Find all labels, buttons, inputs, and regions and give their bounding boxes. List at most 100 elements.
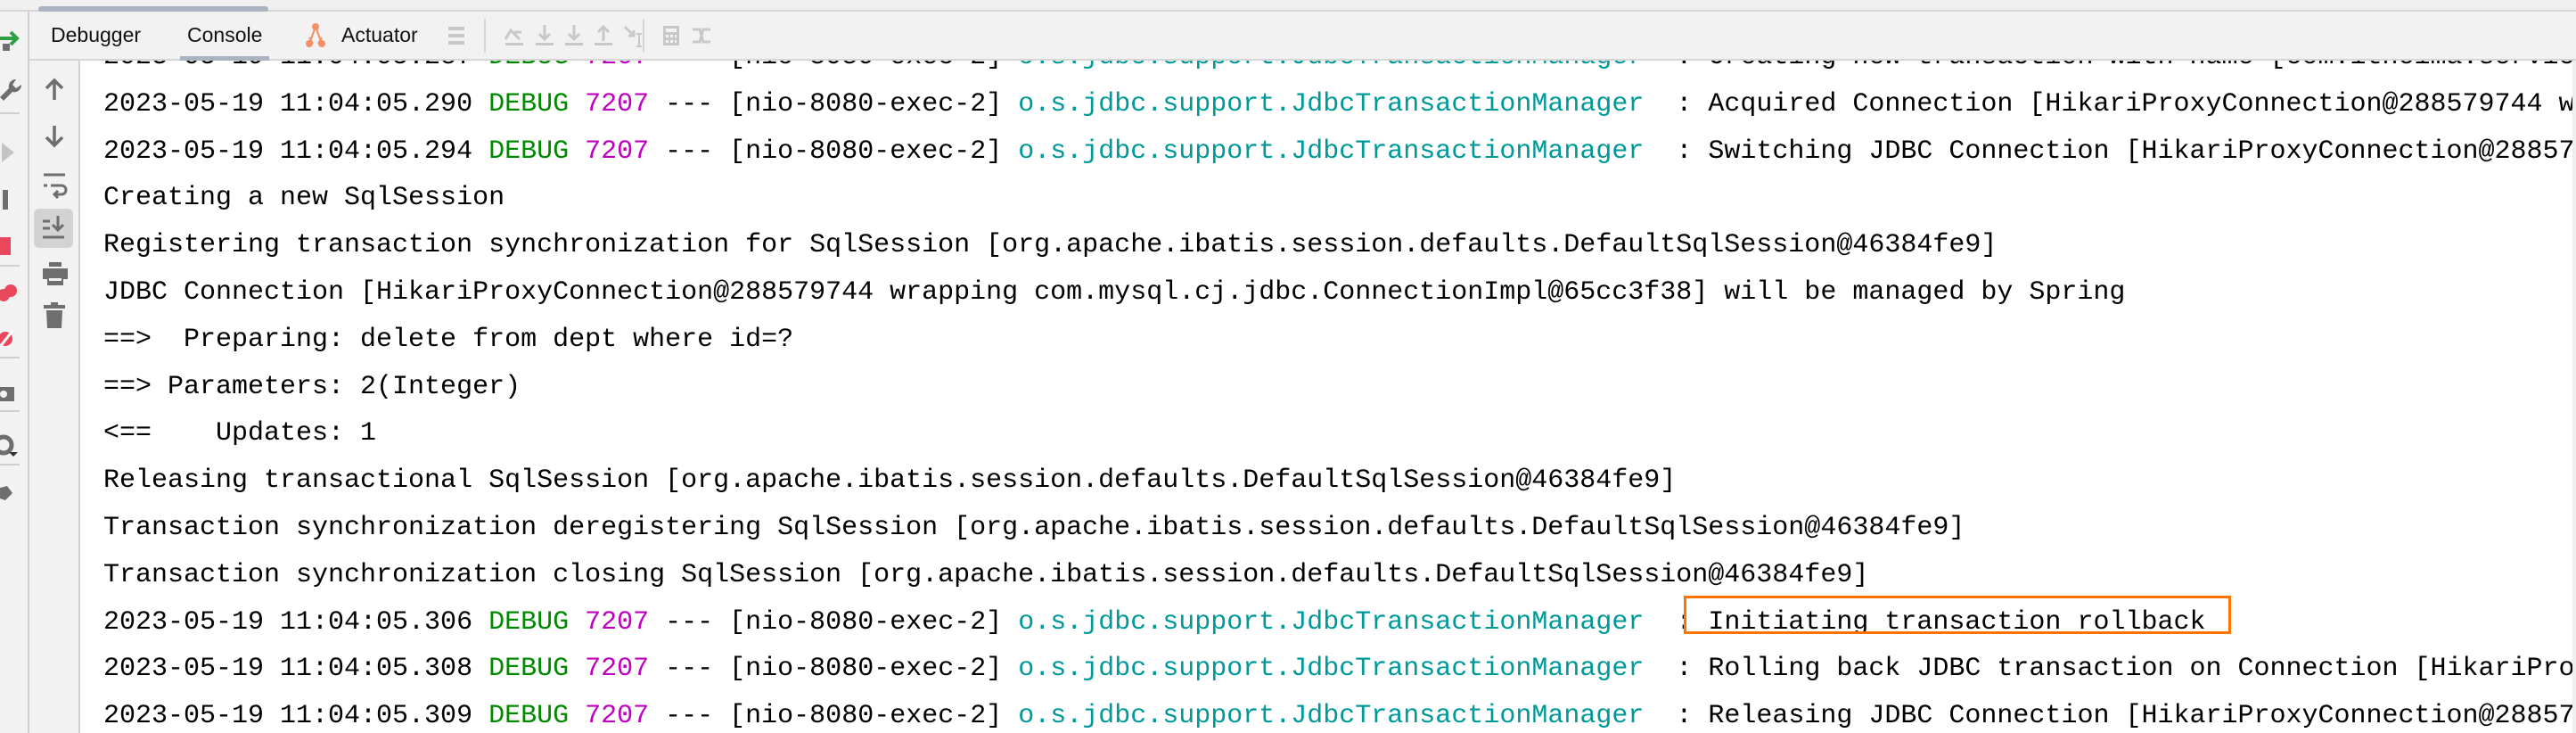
console-toolbar [29, 61, 80, 733]
log-logger: o.s.jdbc.support.JdbcTransactionManager [1018, 61, 1644, 72]
log-timestamp: 2023-05-19 11:04:05.306 [103, 606, 473, 638]
camera-icon[interactable] [0, 380, 27, 407]
log-text: Releasing transactional SqlSession [org.… [103, 465, 1677, 497]
log-level: DEBUG [488, 136, 570, 167]
divider [0, 265, 20, 267]
log-line: Registering transaction synchronization … [103, 222, 2572, 269]
trash-icon[interactable] [38, 300, 70, 332]
log-logger: o.s.jdbc.support.JdbcTransactionManager [1018, 88, 1645, 119]
log-pid: 7207 [585, 654, 650, 685]
pause-icon[interactable] [0, 187, 27, 214]
view-breakpoints-icon[interactable] [0, 282, 27, 309]
divider [484, 19, 486, 53]
trace-stream-icon[interactable] [689, 23, 714, 48]
log-text: Registering transaction synchronization … [103, 230, 1998, 261]
actuator-icon [306, 23, 325, 47]
log-message: Switching JDBC Connection [HikariProxyCo… [1708, 136, 2572, 167]
log-line: 2023-05-19 11:04:05.290 DEBUG 7207 --- [… [103, 81, 2572, 128]
soft-wrap-icon[interactable] [38, 169, 70, 202]
log-message: Rolling back JDBC transaction on Connect… [1708, 654, 2572, 685]
divider [0, 464, 20, 465]
tab-label: Actuator [341, 23, 418, 46]
log-message: Releasing JDBC Connection [HikariProxyCo… [1708, 701, 2572, 732]
log-logger: o.s.jdbc.support.JdbcTransactionManager [1018, 606, 1645, 638]
highlight-box [1684, 596, 2231, 634]
log-line: ==> Parameters: 2(Integer) [103, 364, 2572, 411]
log-line: ==> Preparing: delete from dept where id… [103, 317, 2572, 364]
log-timestamp: 2023-05-19 11:04:05.294 [103, 136, 473, 167]
log-text: ==> Parameters: 2(Integer) [103, 371, 521, 402]
log-timestamp: 2023-05-19 11:04:05.290 [103, 88, 473, 119]
log-line: JDBC Connection [HikariProxyConnection@2… [103, 269, 2572, 317]
log-pid: 7207 [585, 606, 650, 638]
log-line: Transaction synchronization closing SqlS… [103, 552, 2572, 599]
log-text: JDBC Connection [HikariProxyConnection@2… [103, 276, 2126, 308]
window-top-strip [0, 0, 2576, 12]
log-line: Releasing transactional SqlSession [org.… [103, 457, 2572, 505]
log-level: DEBUG [488, 88, 570, 119]
vertical-scrollbar[interactable] [2572, 61, 2576, 733]
step-out-icon[interactable] [591, 23, 616, 48]
rerun-icon[interactable] [0, 28, 27, 54]
print-icon[interactable] [38, 259, 70, 291]
up-arrow-icon[interactable] [38, 73, 70, 105]
log-line: 2023-05-19 11:04:05.309 DEBUG 7207 --- [… [103, 693, 2572, 733]
log-level: DEBUG [488, 701, 570, 732]
log-timestamp: 2023-05-19 11:04:05.309 [103, 701, 473, 732]
log-thread: --- [nio-8080-exec-2] [665, 701, 1003, 732]
log-text: Creating a new SqlSession [103, 183, 505, 214]
step-into-icon[interactable] [562, 23, 587, 48]
mute-breakpoints-icon[interactable] [0, 325, 27, 352]
log-text: ==> Preparing: delete from dept where id… [103, 324, 794, 355]
log-logger: o.s.jdbc.support.JdbcTransactionManager [1018, 654, 1645, 685]
log-thread: --- [nio-8080-exec-2] [665, 136, 1003, 167]
log-text: Transaction synchronization deregisterin… [103, 512, 1965, 543]
layout-menu-icon[interactable] [445, 23, 470, 48]
tab-debugger[interactable]: Debugger [51, 12, 141, 59]
log-line: 2023-05-19 11:04:05.287 DEBUG 7207 --- [… [103, 61, 2572, 81]
log-pid: 7207 [585, 136, 650, 167]
log-text: Transaction synchronization closing SqlS… [103, 559, 1869, 590]
log-text: <== Updates: 1 [103, 418, 377, 449]
log-line: Transaction synchronization deregisterin… [103, 505, 2572, 552]
tab-label: Console [187, 23, 263, 46]
log-message: Creating new transaction with name [com.… [1708, 61, 2572, 72]
tab-actuator[interactable]: Actuator [341, 12, 418, 59]
gear-icon[interactable] [0, 432, 27, 459]
log-line: 2023-05-19 11:04:05.294 DEBUG 7207 --- [… [103, 128, 2572, 176]
log-pid: 7207 [585, 701, 650, 732]
tab-label: Debugger [51, 23, 142, 46]
evaluate-expression-icon[interactable] [659, 23, 684, 48]
down-arrow-icon[interactable] [38, 120, 70, 152]
log-thread: --- [nio-8080-exec-2] [665, 61, 1002, 72]
log-thread: --- [nio-8080-exec-2] [665, 654, 1003, 685]
log-thread: --- [nio-8080-exec-2] [665, 88, 1003, 119]
log-level: DEBUG [488, 61, 569, 72]
log-level: DEBUG [488, 654, 570, 685]
show-execution-point-icon[interactable] [502, 23, 527, 48]
log-logger: o.s.jdbc.support.JdbcTransactionManager [1018, 701, 1645, 732]
log-thread: --- [nio-8080-exec-2] [665, 606, 1003, 638]
log-line: Creating a new SqlSession [103, 175, 2572, 222]
log-pid: 7207 [585, 88, 650, 119]
step-over-icon[interactable] [532, 23, 557, 48]
wrench-icon[interactable] [0, 76, 27, 103]
log-logger: o.s.jdbc.support.JdbcTransactionManager [1018, 136, 1645, 167]
log-message: Acquired Connection [HikariProxyConnecti… [1708, 88, 2572, 119]
stop-icon[interactable] [0, 235, 27, 261]
divider [643, 19, 644, 53]
pin-icon[interactable] [0, 482, 27, 509]
divider [0, 357, 20, 358]
log-line: <== Updates: 1 [103, 410, 2572, 457]
divider [0, 410, 20, 412]
log-timestamp: 2023-05-19 11:04:05.308 [103, 654, 473, 685]
tab-console[interactable]: Console [179, 12, 270, 61]
resume-icon[interactable] [0, 139, 27, 166]
log-level: DEBUG [488, 606, 570, 638]
debug-actions-strip [0, 12, 29, 733]
scroll-to-end-icon[interactable] [34, 209, 73, 248]
debug-tool-tabs: Debugger Console Actuator [29, 12, 2576, 61]
log-timestamp: 2023-05-19 11:04:05.287 [103, 61, 472, 72]
divider [0, 112, 20, 114]
log-line: 2023-05-19 11:04:05.308 DEBUG 7207 --- [… [103, 646, 2572, 693]
